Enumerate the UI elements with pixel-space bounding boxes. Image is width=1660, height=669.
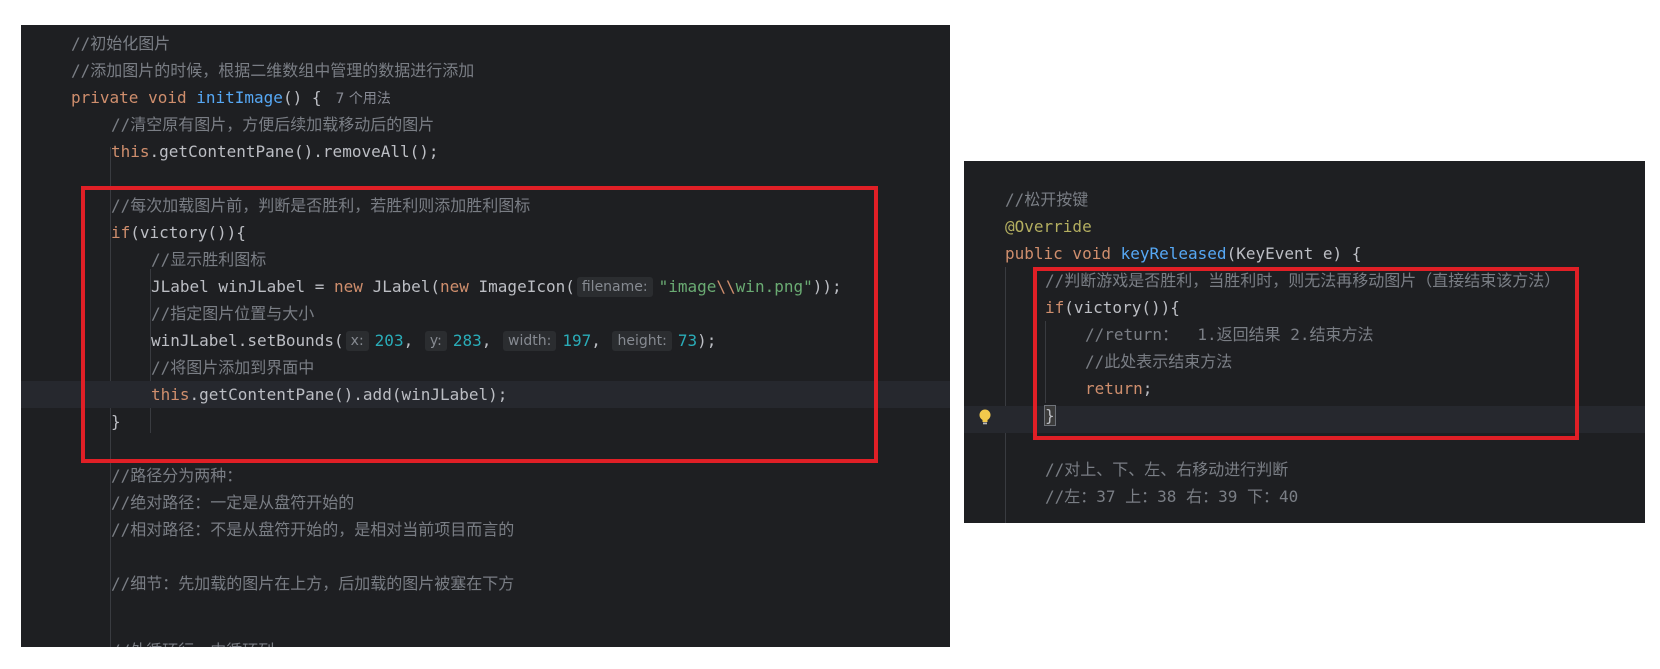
code-token: keyReleased (1120, 244, 1227, 263)
code-line: this.getContentPane().removeAll(); (21, 138, 950, 165)
code-line: //相对路径：不是从盘符开始的，是相对当前项目而言的 (21, 516, 950, 543)
code-line: //松开按键 (964, 186, 1645, 213)
code-line: @Override (964, 213, 1645, 240)
code-token: (KeyEvent e) { (1226, 244, 1362, 263)
code-line: //初始化图片 (21, 30, 950, 57)
code-token: @Override (1005, 217, 1092, 236)
code-token: //细节：先加载的图片在上方，后加载的图片被塞在下方 (111, 574, 515, 593)
code-line: //路径分为两种： (21, 462, 950, 489)
code-token: private void (71, 88, 197, 107)
code-token: initImage (196, 88, 283, 107)
code-token: //添加图片的时候，根据二维数组中管理的数据进行添加 (71, 61, 475, 80)
code-line: //清空原有图片，方便后续加载移动后的图片 (21, 111, 950, 138)
code-token: //初始化图片 (71, 34, 171, 53)
code-line: //添加图片的时候，根据二维数组中管理的数据进行添加 (21, 57, 950, 84)
code-token: .getContentPane().removeAll(); (149, 142, 439, 161)
code-token: //相对路径：不是从盘符开始的，是相对当前项目而言的 (111, 520, 515, 539)
code-token: //左：37 上：38 右：39 下：40 (1045, 487, 1299, 506)
code-line: //外循环行，内循环列 (21, 637, 950, 647)
code-token: () { (282, 88, 322, 107)
victory-check-highlight-box (81, 186, 878, 463)
code-line: //对上、下、左、右移动进行判断 (964, 456, 1645, 483)
return-guard-highlight-box (1033, 267, 1579, 440)
usages-hint: 7 个用法 (335, 91, 391, 107)
code-token: //路径分为两种： (111, 466, 243, 485)
code-line: //绝对路径：一定是从盘符开始的 (21, 489, 950, 516)
code-line: //左：37 上：38 右：39 下：40 (964, 483, 1645, 510)
code-token: //对上、下、左、右移动进行判断 (1045, 460, 1289, 479)
code-token: //清空原有图片，方便后续加载移动后的图片 (111, 115, 435, 134)
code-line: //细节：先加载的图片在上方，后加载的图片被塞在下方 (21, 570, 950, 597)
code-token: public void (1005, 244, 1121, 263)
lightbulb-icon[interactable] (978, 409, 992, 425)
code-token: //外循环行，内循环列 (111, 641, 274, 647)
code-line: private void initImage() { 7 个用法 (21, 84, 950, 111)
code-line: public void keyReleased(KeyEvent e) { (964, 240, 1645, 267)
code-token: //松开按键 (1005, 190, 1089, 209)
code-token: this (111, 142, 150, 161)
code-token: //绝对路径：一定是从盘符开始的 (111, 493, 355, 512)
